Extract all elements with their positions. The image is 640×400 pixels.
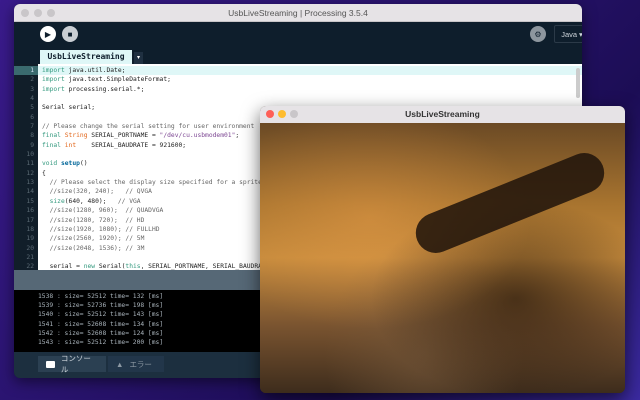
line-number: 17 bbox=[26, 216, 34, 224]
camera-image bbox=[260, 123, 625, 393]
console-icon bbox=[46, 360, 55, 368]
code-token: final bbox=[42, 141, 61, 149]
code-token: processing.serial.*; bbox=[64, 85, 145, 93]
code-token: //size(2560, 1920); // 5M bbox=[42, 235, 145, 243]
line-number: 12 bbox=[26, 169, 34, 177]
code-line[interactable]: import java.text.SimpleDateFormat; bbox=[38, 75, 582, 84]
run-button[interactable]: ▶ bbox=[40, 26, 56, 42]
line-number: 21 bbox=[26, 253, 34, 261]
line-number: 6 bbox=[30, 113, 34, 121]
sketch-tabs: UsbLiveStreaming ▾ bbox=[14, 50, 582, 64]
line-number: 19 bbox=[26, 235, 34, 243]
code-token: () bbox=[79, 160, 88, 168]
mode-selector[interactable]: Java ▾ bbox=[554, 25, 582, 43]
code-token: void bbox=[42, 160, 58, 168]
title-bar: UsbLiveStreaming | Processing 3.5.4 bbox=[14, 4, 582, 22]
preview-minimize-button[interactable] bbox=[278, 110, 286, 118]
preview-title-bar: UsbLiveStreaming bbox=[260, 106, 625, 123]
zoom-button[interactable] bbox=[47, 9, 55, 17]
preview-window-controls bbox=[266, 110, 298, 118]
line-number: 3 bbox=[30, 85, 34, 93]
error-tab-label: エラー bbox=[129, 359, 152, 369]
code-token: import bbox=[42, 85, 65, 93]
mode-label: Java bbox=[561, 29, 578, 39]
code-token: (640, 480); bbox=[64, 197, 118, 205]
code-token: java.util.Date; bbox=[64, 67, 126, 74]
code-token: //size(320, 240); // QVGA bbox=[42, 188, 152, 196]
line-number: 1 bbox=[14, 66, 38, 76]
line-number-gutter: 1 2 3 4 5 6 7 8 9 10 11 12 13 14 15 16 17 18 19 20 21 22 bbox=[14, 64, 38, 270]
image-branch-shape bbox=[409, 146, 611, 260]
close-button[interactable] bbox=[21, 9, 29, 17]
code-line[interactable]: import processing.serial.*; bbox=[38, 85, 582, 94]
debug-button[interactable]: ⚙ bbox=[530, 26, 546, 42]
console-tab[interactable]: コンソール bbox=[38, 354, 106, 374]
preview-close-button[interactable] bbox=[266, 110, 274, 118]
code-token: import bbox=[42, 76, 65, 84]
minimize-button[interactable] bbox=[34, 9, 42, 17]
sketch-preview-window: UsbLiveStreaming bbox=[260, 106, 625, 393]
toolbar: ▶ ■ ⚙ Java ▾ bbox=[14, 22, 582, 50]
vertical-scrollbar[interactable] bbox=[576, 68, 580, 98]
code-token: //size(1280, 960); // QUADVGA bbox=[42, 207, 164, 215]
code-token: // VGA bbox=[117, 197, 141, 205]
window-title: UsbLiveStreaming | Processing 3.5.4 bbox=[228, 8, 368, 18]
line-number: 18 bbox=[26, 225, 34, 233]
code-line[interactable]: import java.util.Date; bbox=[38, 66, 582, 76]
tab-menu-button[interactable]: ▾ bbox=[134, 52, 143, 64]
line-number: 13 bbox=[26, 179, 34, 187]
code-token: "/dev/cu.usbmodem01" bbox=[159, 132, 236, 140]
code-token: //size(1280, 720); // HD bbox=[42, 216, 145, 224]
warning-icon: ▲ bbox=[116, 359, 124, 369]
code-token: { bbox=[42, 169, 46, 177]
line-number: 14 bbox=[26, 188, 34, 196]
code-token: java.text.SimpleDateFormat; bbox=[64, 76, 171, 84]
code-token: int bbox=[64, 141, 77, 149]
code-token: SERIAL_BAUDRATE = 921600; bbox=[76, 141, 187, 149]
code-token: ; bbox=[235, 132, 240, 140]
line-number: 5 bbox=[30, 104, 34, 112]
line-number: 10 bbox=[26, 151, 34, 159]
code-token: // Please change the serial setting for … bbox=[42, 123, 255, 131]
debug-icon: ⚙ bbox=[534, 29, 542, 39]
line-number: 2 bbox=[30, 76, 34, 84]
chevron-down-icon: ▾ bbox=[579, 29, 582, 39]
line-number: 8 bbox=[30, 132, 34, 140]
line-number: 15 bbox=[26, 197, 34, 205]
play-icon: ▶ bbox=[44, 29, 52, 39]
preview-title: UsbLiveStreaming bbox=[405, 109, 480, 119]
line-number: 16 bbox=[26, 207, 34, 215]
code-token: //size(2048, 1536); // 3M bbox=[42, 244, 145, 252]
tab-usblivestreaming[interactable]: UsbLiveStreaming bbox=[40, 50, 132, 64]
line-number: 4 bbox=[30, 95, 34, 103]
line-number: 7 bbox=[30, 123, 34, 131]
line-number: 20 bbox=[26, 244, 34, 252]
line-number: 9 bbox=[30, 141, 34, 149]
preview-zoom-button[interactable] bbox=[290, 110, 298, 118]
stop-icon: ■ bbox=[67, 29, 73, 39]
stop-button[interactable]: ■ bbox=[62, 26, 78, 42]
line-number: 11 bbox=[26, 160, 34, 168]
code-token: final bbox=[42, 132, 61, 140]
code-token: Serial serial; bbox=[42, 104, 96, 112]
console-tab-label: コンソール bbox=[60, 354, 91, 374]
code-token: setup bbox=[60, 160, 80, 168]
code-token: String bbox=[64, 132, 88, 140]
code-token: //size(1920, 1080); // FULLHD bbox=[42, 225, 160, 233]
error-tab[interactable]: ▲ エラー bbox=[108, 356, 164, 372]
code-token: SERIAL_PORTNAME = bbox=[87, 132, 160, 140]
window-controls bbox=[21, 9, 55, 17]
code-token: import bbox=[42, 67, 65, 74]
code-token: size bbox=[49, 197, 65, 205]
code-line[interactable] bbox=[38, 94, 582, 103]
code-token: // Please select the display size specif… bbox=[42, 179, 262, 187]
